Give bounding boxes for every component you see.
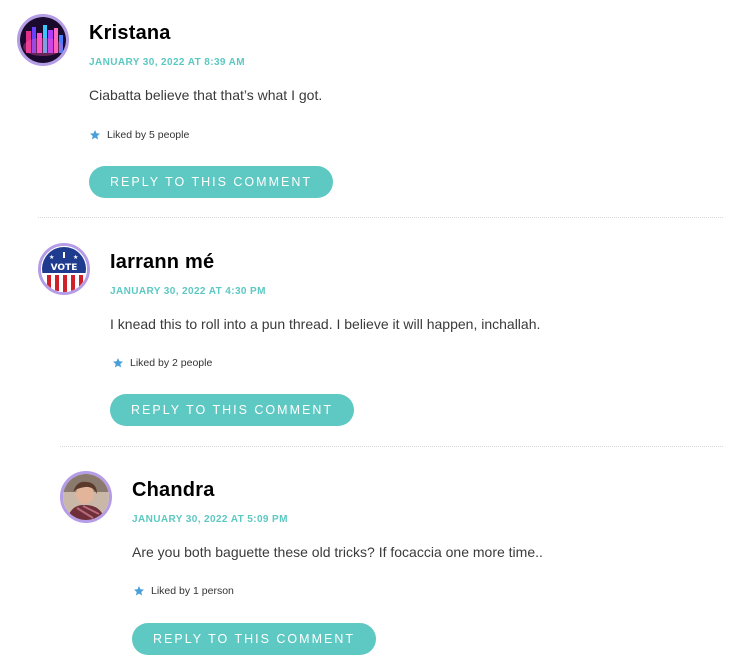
avatar[interactable] xyxy=(17,14,69,66)
user-photo-avatar-icon xyxy=(63,474,109,520)
reply-button[interactable]: REPLY TO THIS COMMENT xyxy=(132,623,376,655)
comment-text: Are you both baguette these old tricks? … xyxy=(132,544,543,560)
likes-summary[interactable]: Liked by 1 person xyxy=(133,585,234,597)
comment-author[interactable]: Iarrann mé xyxy=(110,251,214,274)
likes-summary[interactable]: Liked by 2 people xyxy=(112,357,212,369)
comment-text: Ciabatta believe that that’s what I got. xyxy=(89,87,323,103)
comment-author[interactable]: Chandra xyxy=(132,479,215,502)
comment-date[interactable]: JANUARY 30, 2022 AT 8:39 AM xyxy=(89,57,245,68)
likes-label: Liked by 2 people xyxy=(130,357,213,369)
vote-badge-avatar-icon: ★ ★ VOTE xyxy=(41,246,87,292)
likes-label: Liked by 5 people xyxy=(107,129,190,141)
star-icon xyxy=(89,129,101,141)
comment-divider xyxy=(38,217,723,218)
vote-badge-text: VOTE xyxy=(51,263,78,273)
svg-text:★: ★ xyxy=(73,254,78,261)
reply-button[interactable]: REPLY TO THIS COMMENT xyxy=(89,166,333,198)
reply-button[interactable]: REPLY TO THIS COMMENT xyxy=(110,394,354,426)
neon-lights-avatar-icon xyxy=(20,17,66,63)
avatar[interactable]: ★ ★ VOTE xyxy=(38,243,90,295)
likes-label: Liked by 1 person xyxy=(151,585,234,597)
svg-text:★: ★ xyxy=(49,254,54,261)
star-icon xyxy=(112,357,124,369)
comment-date[interactable]: JANUARY 30, 2022 AT 5:09 PM xyxy=(132,514,288,525)
comment-text: I knead this to roll into a pun thread. … xyxy=(110,316,541,332)
avatar[interactable] xyxy=(60,471,112,523)
comment-date[interactable]: JANUARY 30, 2022 AT 4:30 PM xyxy=(110,286,266,297)
star-icon xyxy=(133,585,145,597)
likes-summary[interactable]: Liked by 5 people xyxy=(89,129,189,141)
comment-divider xyxy=(60,446,723,447)
comment-author[interactable]: Kristana xyxy=(89,22,171,45)
